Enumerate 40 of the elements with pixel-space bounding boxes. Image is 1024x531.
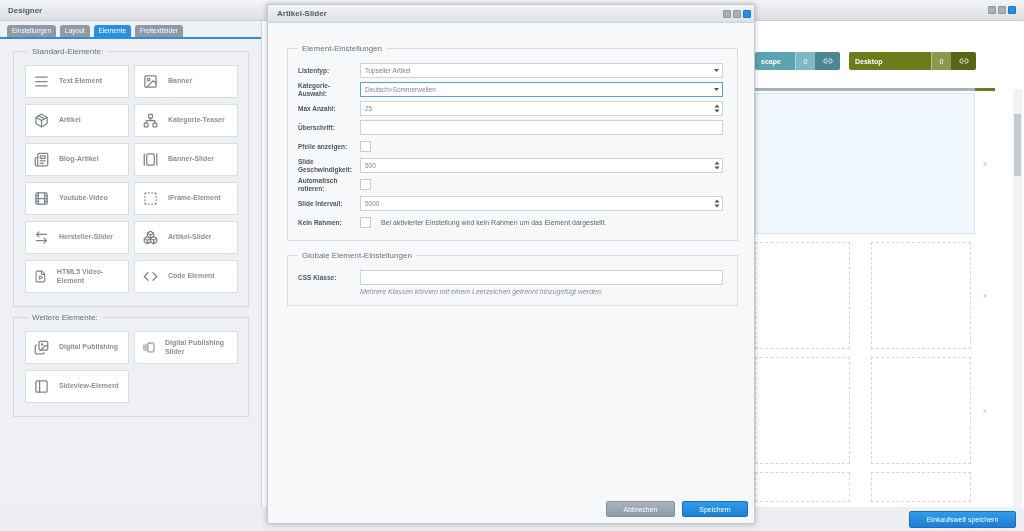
spinner-icon: [714, 104, 720, 113]
video-file-icon: [34, 269, 47, 284]
arrows-icon: [34, 230, 49, 245]
input-field[interactable]: [360, 270, 723, 285]
caret-icon: [713, 68, 720, 73]
checkbox[interactable]: [360, 217, 371, 228]
box-icon: [34, 113, 49, 128]
maximize-button[interactable]: [733, 9, 741, 18]
link-icon[interactable]: [822, 56, 833, 66]
group-title: Element-Einstellungen: [298, 44, 387, 53]
code-icon: [143, 269, 158, 284]
scrollbar[interactable]: [1013, 89, 1022, 509]
caret-icon: [713, 87, 720, 92]
group-title: Standard-Elemente:: [28, 47, 108, 56]
article-icon: [34, 152, 49, 167]
boxes-icon: [143, 230, 158, 245]
sideview-icon: [34, 379, 49, 394]
minimize-button[interactable]: [723, 9, 731, 18]
hierarchy-icon: [143, 113, 158, 128]
group-title: Weitere Elemente:: [28, 313, 102, 322]
image-slider-icon: [143, 340, 155, 355]
close-button[interactable]: [743, 9, 751, 18]
close-button[interactable]: [1008, 6, 1016, 14]
image-slider-icon: [143, 152, 158, 167]
text-lines-icon: [34, 74, 49, 89]
dashed-frame-icon: [143, 191, 158, 206]
images-icon: [34, 340, 49, 355]
checkbox[interactable]: [360, 179, 371, 190]
minimize-button[interactable]: [988, 6, 996, 14]
image-icon: [143, 74, 158, 89]
dialog-title: Artikel-Slider: [277, 9, 327, 18]
maximize-button[interactable]: [998, 6, 1006, 14]
link-icon[interactable]: [958, 56, 969, 66]
input-field[interactable]: [360, 120, 723, 135]
spinner-icon: [714, 199, 720, 208]
checkbox[interactable]: [360, 141, 371, 152]
group-title: Globale Element-Einstellungen: [298, 251, 416, 260]
window-title: Designer: [8, 5, 43, 15]
spinner-icon: [714, 161, 720, 170]
film-icon: [34, 191, 49, 206]
